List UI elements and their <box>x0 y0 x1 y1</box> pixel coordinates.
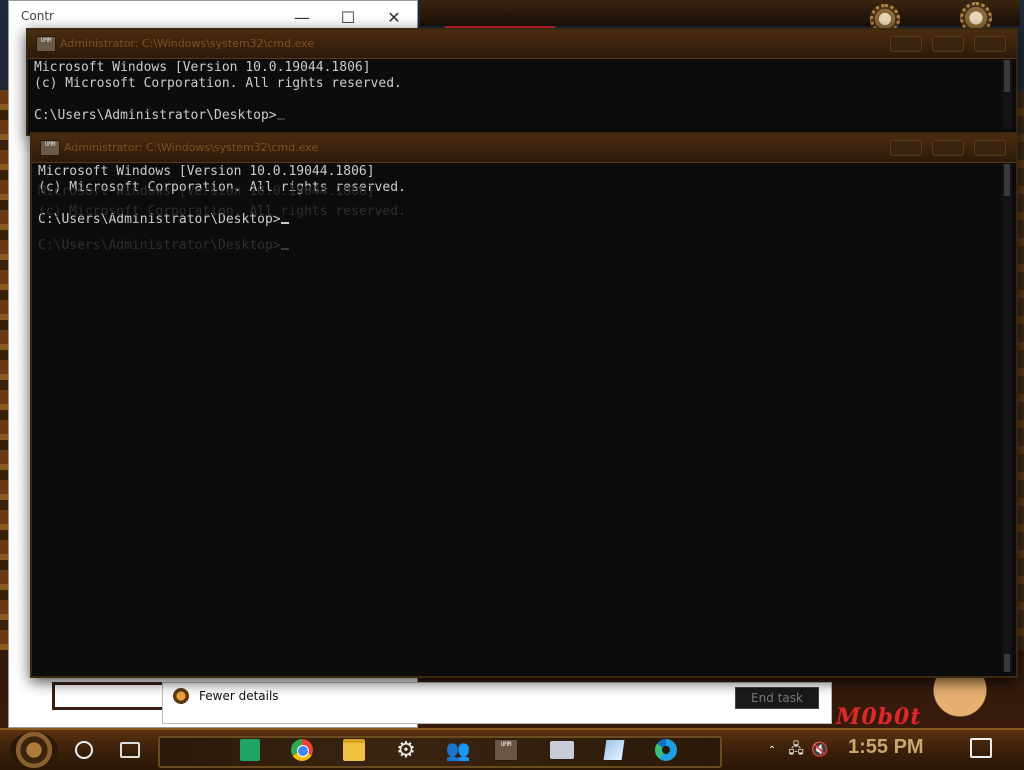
prompt-text: C:\Users\Administrator\Desktop> <box>34 108 277 123</box>
scrollbar-thumb-lower[interactable] <box>1004 654 1010 672</box>
task-view-icon <box>120 742 140 758</box>
cmd-console[interactable]: Microsoft Windows [Version 10.0.19044.18… <box>34 60 994 130</box>
wallpaper-brand-text: M0b0t <box>836 704 922 730</box>
console-line: Microsoft Windows [Version 10.0.19044.18… <box>38 164 375 179</box>
fewer-details-link[interactable]: Fewer details <box>199 689 279 703</box>
console-line: Microsoft Windows [Version 10.0.19044.18… <box>34 60 371 75</box>
taskbar-app-chrome[interactable] <box>284 733 320 767</box>
console-prompt: C:\Users\Administrator\Desktop> <box>34 108 994 124</box>
taskbar-app-cmd[interactable]: UMM <box>488 733 524 767</box>
task-manager-footer: Fewer details End task <box>162 682 832 724</box>
cmd-window-front[interactable]: UMM Administrator: C:\Windows\system32\c… <box>30 132 1018 678</box>
scrollbar-thumb[interactable] <box>1004 164 1010 196</box>
start-button[interactable] <box>10 732 58 768</box>
taskbar-app-explorer[interactable] <box>336 733 372 767</box>
end-task-button[interactable]: End task <box>735 687 819 709</box>
text-cursor <box>276 118 285 120</box>
maximize-button[interactable] <box>932 140 964 156</box>
cmd-console[interactable]: Microsoft Windows [Version 10.0.19044.18… <box>38 164 994 672</box>
ghost-console-line: Microsoft Windows [Version 10.0.19044.18… <box>38 184 375 199</box>
ghost-text-cursor <box>280 248 289 250</box>
taskbar-app-sheets[interactable] <box>232 733 268 767</box>
paint-icon <box>603 740 625 760</box>
cmd-titlebar[interactable]: UMM Administrator: C:\Windows\system32\c… <box>28 30 1016 59</box>
powershell-icon <box>550 741 574 759</box>
cmd-titlebar[interactable]: UMM Administrator: C:\Windows\system32\c… <box>32 134 1016 163</box>
cmd-window-title: Administrator: C:\Windows\system32\cmd.e… <box>60 37 315 50</box>
task-view-button[interactable] <box>112 733 148 767</box>
task-manager-frame <box>52 682 168 710</box>
minimize-button[interactable] <box>890 36 922 52</box>
edge-icon <box>655 739 677 761</box>
vertical-scrollbar[interactable] <box>1002 60 1012 130</box>
network-icon[interactable]: 🖧 <box>786 733 806 767</box>
cortana-button[interactable] <box>66 733 102 767</box>
cortana-icon <box>75 741 93 759</box>
taskbar-app-edge[interactable] <box>648 733 684 767</box>
taskbar-app-settings[interactable]: ⚙ <box>388 733 424 767</box>
chevron-up-icon[interactable] <box>173 688 189 704</box>
scrollbar-thumb[interactable] <box>1004 60 1010 92</box>
console-line: (c) Microsoft Corporation. All rights re… <box>34 76 402 91</box>
cmd-icon: UMM <box>36 36 56 52</box>
volume-muted-icon[interactable]: 🔇 <box>810 733 830 767</box>
taskbar: ⚙ 👥 UMM ⌃ 🖧 🔇 1:55 PM <box>0 728 1024 770</box>
cmd-window-title: Administrator: C:\Windows\system32\cmd.e… <box>64 141 319 154</box>
vertical-scrollbar[interactable] <box>1002 164 1012 672</box>
taskbar-app-paint[interactable] <box>596 733 632 767</box>
sheets-icon <box>240 739 260 761</box>
task-manager-title: Contr <box>21 9 54 23</box>
minimize-button[interactable] <box>890 140 922 156</box>
close-button[interactable] <box>974 140 1006 156</box>
ghost-prompt-text: C:\Users\Administrator\Desktop> <box>38 238 281 253</box>
gear-icon: ⚙ <box>396 737 416 763</box>
ghost-console-prompt: C:\Users\Administrator\Desktop> <box>38 238 994 254</box>
cmd-icon: UMM <box>40 140 60 156</box>
cmd-icon: UMM <box>494 739 518 761</box>
close-button[interactable] <box>974 36 1006 52</box>
chrome-icon <box>291 739 313 761</box>
text-cursor <box>280 222 289 224</box>
chevron-up-icon[interactable]: ⌃ <box>764 733 780 767</box>
taskbar-app-powershell[interactable] <box>544 733 580 767</box>
wallpaper-pipe <box>420 0 1020 26</box>
ghost-console-line: (c) Microsoft Corporation. All rights re… <box>38 204 406 219</box>
cmd-window-back[interactable]: UMM Administrator: C:\Windows\system32\c… <box>26 28 1018 136</box>
people-icon: 👥 <box>445 738 471 762</box>
folder-icon <box>343 739 365 761</box>
taskbar-clock[interactable]: 1:55 PM <box>848 736 924 759</box>
taskbar-app-people[interactable]: 👥 <box>440 733 476 767</box>
notification-icon[interactable] <box>970 738 992 758</box>
maximize-button[interactable] <box>932 36 964 52</box>
